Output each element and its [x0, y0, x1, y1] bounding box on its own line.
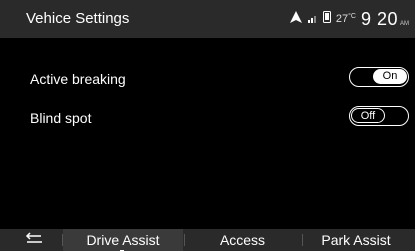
temperature-unit: °C — [348, 13, 356, 20]
temperature-value: 27 — [335, 13, 349, 25]
clock-time: 9 20 — [360, 8, 398, 29]
navigation-arrow-icon — [289, 10, 303, 29]
setting-label: Active breaking — [30, 71, 126, 87]
vehicle-settings-screen: Vehice Settings 27°C 9 20 AM Active brea… — [0, 0, 415, 251]
signal-bars-icon — [307, 10, 318, 28]
toggle-state-label: Off — [351, 108, 385, 123]
back-arrow-icon — [25, 231, 45, 250]
header-bar: Vehice Settings 27°C 9 20 AM — [0, 0, 415, 38]
setting-label: Blind spot — [30, 110, 92, 126]
clock-ampm: AM — [400, 21, 409, 27]
tab-drive-assist[interactable]: Drive Assist — [63, 229, 183, 251]
back-button[interactable] — [20, 230, 50, 250]
blind-spot-toggle[interactable]: Off — [349, 106, 409, 126]
active-breaking-toggle[interactable]: On — [349, 67, 409, 87]
bottom-tab-bar: Drive Assist Access Park Assist — [0, 229, 415, 251]
page-title: Vehice Settings — [26, 10, 130, 27]
setting-row-blind-spot: Blind spot Off — [0, 106, 415, 130]
toggle-state-label: On — [373, 69, 407, 84]
tab-access[interactable]: Access — [190, 229, 295, 251]
setting-row-active-breaking: Active breaking On — [0, 67, 415, 91]
temperature-readout: 27°C — [336, 13, 356, 25]
status-area: 27°C 9 20 AM — [289, 8, 409, 30]
tab-divider — [184, 234, 185, 246]
tab-park-assist[interactable]: Park Assist — [304, 229, 408, 251]
phone-icon — [322, 10, 331, 28]
tab-divider — [302, 234, 303, 246]
